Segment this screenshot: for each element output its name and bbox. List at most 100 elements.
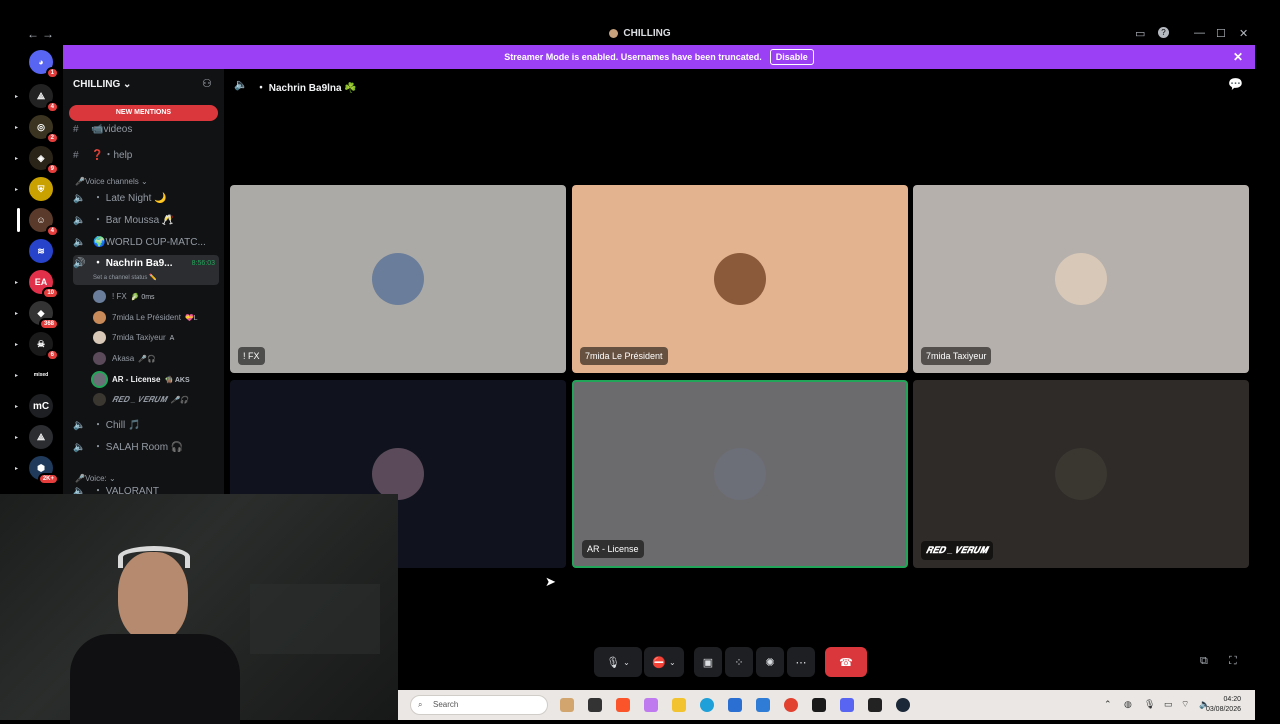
server-icon[interactable]: ⛨	[29, 177, 53, 201]
server-icon[interactable]: ☺ 4	[29, 208, 59, 237]
taskbar-app-icon[interactable]	[588, 698, 602, 712]
taskbar-app-icon[interactable]	[560, 698, 574, 712]
tray-app-icon[interactable]: ◍	[1124, 699, 1132, 710]
headphones-icon	[118, 546, 190, 568]
channel-help[interactable]: # ❓・help	[73, 146, 132, 161]
avatar	[714, 448, 766, 500]
maximize-icon[interactable]: ☐	[1216, 27, 1226, 40]
discord-taskbar-icon[interactable]	[840, 698, 854, 712]
steam-icon[interactable]	[896, 698, 910, 712]
unread-pill: ▸	[15, 94, 19, 100]
participant-tile[interactable]: 𝑹𝑬𝑫 _ 𝑽𝑬𝑹𝑼𝑴	[913, 380, 1249, 568]
pop-out-icon[interactable]: ⧉	[1200, 655, 1208, 668]
camera-button[interactable]: ⛔ ⌄	[644, 647, 684, 677]
voice-channel[interactable]: 🔈 ・ SALAH Room 🎧	[73, 438, 219, 458]
fullscreen-icon[interactable]: ⛶	[1229, 655, 1237, 668]
participant-tile[interactable]: 7mida Le Président	[572, 185, 908, 373]
activities-icon: ⁘	[734, 656, 744, 669]
disable-button[interactable]: Disable	[769, 49, 814, 65]
voice-member[interactable]: 𝑹𝑬𝑫 _ 𝑽𝑬𝑹𝑼𝑴 🎤🎧	[93, 393, 188, 407]
server-icon[interactable]: mC	[29, 394, 53, 418]
unread-pill: ▸	[15, 156, 19, 162]
server-icon[interactable]: ◎ 2	[29, 115, 59, 144]
voice-category[interactable]: 🎤Voice channels ⌄	[75, 177, 148, 186]
voice-member[interactable]: Akasa 🎤🎧	[93, 352, 156, 366]
server-icon[interactable]: ◆ 368	[29, 301, 59, 330]
chrome-icon[interactable]	[784, 698, 798, 712]
voice-category[interactable]: 🎤Voice: ⌄	[75, 474, 116, 483]
soundboard-button[interactable]: ✺	[756, 647, 784, 677]
add-member-icon[interactable]: ⚇	[202, 77, 212, 90]
tray-app-icon[interactable]: ▭	[1164, 699, 1173, 710]
outlook-icon[interactable]	[756, 698, 770, 712]
voice-channel[interactable]: 🔈 🌍WORLD CUP-MATC...	[73, 233, 219, 253]
window-title: CHILLING	[0, 28, 1280, 39]
channel-status[interactable]: Set a channel status ✏️	[93, 271, 157, 285]
server-icon[interactable]: ⟁ 4	[29, 84, 59, 113]
voice-channel[interactable]: 🔈 ・ Chill 🎵	[73, 416, 219, 436]
avatar	[93, 311, 106, 325]
avatar	[93, 352, 106, 366]
file-explorer-icon[interactable]	[672, 698, 686, 712]
speaker-icon: 🔈	[73, 215, 86, 226]
participant-name: ! FX	[238, 347, 265, 365]
inbox-icon[interactable]: ▭	[1135, 27, 1145, 40]
server-icon[interactable]: ⟁	[29, 425, 53, 449]
participant-tile[interactable]: 7mida Taxiyeur	[913, 185, 1249, 373]
more-options-button[interactable]: ⋯	[787, 647, 815, 677]
participant-tile[interactable]: ! FX	[230, 185, 566, 373]
brave-icon[interactable]	[616, 698, 630, 712]
speaker-icon: 🔈	[73, 193, 86, 204]
participant-name: 7mida Le Président	[580, 347, 668, 365]
activities-button[interactable]: ⁘	[725, 647, 753, 677]
screen-share-button[interactable]: ▣	[694, 647, 722, 677]
speaker-icon: 🔈	[73, 237, 86, 248]
voice-channel[interactable]: 🔈 ・ Bar Moussa 🥂	[73, 211, 219, 231]
participant-name: AR - License	[582, 540, 644, 558]
discord-home-icon[interactable]: ◕ 1	[29, 50, 59, 79]
taskbar-clock[interactable]: 04:20 03/08/2026	[1206, 695, 1241, 715]
voice-channel[interactable]: 🔈 ・ Late Night 🌙	[73, 189, 219, 209]
channel-videos[interactable]: # 📹videos	[73, 124, 132, 135]
screen-share-icon: ▣	[702, 656, 714, 669]
microphone-tray-icon[interactable]: 🎙	[1144, 699, 1155, 710]
server-avatar-icon	[609, 28, 619, 38]
server-icon[interactable]: ☠ 6	[29, 332, 59, 361]
voice-member[interactable]: 7mida Le Président 💝L	[93, 311, 198, 325]
tray-chevron-icon[interactable]: ⌃	[1104, 699, 1112, 710]
search-icon: ⌕	[418, 700, 423, 709]
speaker-icon: 🔈	[73, 442, 86, 453]
server-icon[interactable]: mixed	[29, 363, 53, 387]
server-icon[interactable]: ≋	[29, 239, 53, 263]
active-voice-channel[interactable]: 🔊 ・ Nachrin Ba9... 8:56:03 Set a channel …	[73, 255, 219, 285]
streamer-shirt	[70, 634, 240, 724]
terminal-icon[interactable]	[812, 698, 826, 712]
disconnect-button[interactable]: ☎	[825, 647, 867, 677]
edge-icon[interactable]	[700, 698, 714, 712]
selected-server-indicator	[17, 208, 20, 232]
copilot-icon[interactable]	[644, 698, 658, 712]
obs-icon[interactable]	[868, 698, 882, 712]
store-icon[interactable]	[728, 698, 742, 712]
microphone-button[interactable]: 🎙 ⌄	[594, 647, 642, 677]
wifi-icon[interactable]: ⌔	[1181, 699, 1189, 710]
chat-bubble-icon[interactable]: 💬	[1228, 77, 1243, 91]
close-window-icon[interactable]: ✕	[1239, 27, 1248, 40]
minimize-icon[interactable]: —	[1194, 27, 1205, 39]
avatar	[714, 253, 766, 305]
server-icon[interactable]: EA 10	[29, 270, 59, 299]
voice-channel[interactable]: 🔈 ・ VALORANT	[73, 486, 219, 494]
voice-member-speaking[interactable]: AR - License 🧌 AKS	[93, 373, 190, 387]
voice-member[interactable]: 7mida Taxiyeur A	[93, 331, 174, 345]
server-icon[interactable]: ◈ 9	[29, 146, 59, 175]
close-banner-icon[interactable]: ✕	[1233, 50, 1243, 64]
new-mentions-button[interactable]: NEW MENTIONS	[69, 105, 218, 121]
unread-pill: ▸	[15, 404, 19, 410]
participant-tile-speaking[interactable]: AR - License	[572, 380, 908, 568]
voice-member[interactable]: ! FX 🥬 0ms	[93, 290, 155, 304]
taskbar-search[interactable]: ⌕ Search	[410, 695, 548, 715]
avatar	[93, 290, 106, 304]
server-icon[interactable]: ⬢ 2K+	[29, 456, 59, 485]
server-name-header[interactable]: CHILLING ⌄	[73, 79, 131, 90]
help-icon[interactable]: ?	[1158, 27, 1169, 38]
